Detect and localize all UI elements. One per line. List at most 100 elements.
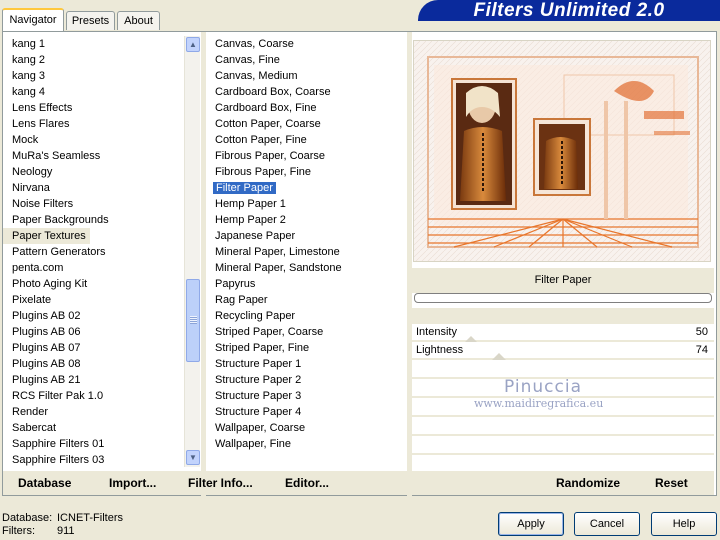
filter-item-label: Hemp Paper 1 <box>215 198 286 210</box>
filter-item-label: Fibrous Paper, Fine <box>215 166 311 178</box>
filter-item[interactable]: Structure Paper 3 <box>206 388 406 404</box>
param-label: Lightness <box>416 344 464 356</box>
filter-item-label: Cardboard Box, Fine <box>215 102 317 114</box>
category-item[interactable]: Pixelate <box>3 292 184 308</box>
reset-button[interactable]: Reset <box>655 475 688 491</box>
tab-about[interactable]: About <box>117 11 160 30</box>
filter-item[interactable]: Canvas, Medium <box>206 68 406 84</box>
category-scrollbar[interactable]: ▲ ▼ <box>184 36 200 467</box>
category-item[interactable]: kang 1 <box>3 36 184 52</box>
param-lightness[interactable]: Lightness 74 <box>412 342 714 358</box>
category-item-label: Plugins AB 02 <box>12 310 81 322</box>
category-item-label: kang 3 <box>12 70 46 82</box>
database-label: Database: <box>2 512 53 524</box>
slider-thumb-icon[interactable] <box>492 353 506 360</box>
category-item[interactable]: Paper Textures <box>3 228 90 244</box>
filter-item-label: Fibrous Paper, Coarse <box>215 150 326 162</box>
filter-item[interactable]: Wallpaper, Coarse <box>206 420 406 436</box>
category-item-label: Nirvana <box>12 182 50 194</box>
filter-item[interactable]: Mineral Paper, Limestone <box>206 244 406 260</box>
category-item[interactable]: Plugins AB 07 <box>3 340 184 356</box>
filter-item[interactable]: Canvas, Fine <box>206 52 406 68</box>
apply-button[interactable]: Apply <box>498 512 564 536</box>
category-item-label: Mock <box>12 134 39 146</box>
filter-item[interactable]: Structure Paper 2 <box>206 372 406 388</box>
filter-info-button[interactable]: Filter Info... <box>188 475 253 491</box>
filter-item[interactable]: Wallpaper, Fine <box>206 436 406 452</box>
scroll-thumb[interactable] <box>186 279 200 362</box>
filter-item[interactable]: Striped Paper, Fine <box>206 340 406 356</box>
category-item[interactable]: Plugins AB 06 <box>3 324 184 340</box>
app-banner-title: Filters Unlimited 2.0 <box>418 0 720 21</box>
filter-item[interactable]: Rag Paper <box>206 292 406 308</box>
category-item[interactable]: Render <box>3 404 184 420</box>
filter-item[interactable]: Fibrous Paper, Fine <box>206 164 406 180</box>
cancel-button[interactable]: Cancel <box>574 512 640 536</box>
category-item[interactable]: kang 4 <box>3 84 184 100</box>
category-item[interactable]: Sabercat <box>3 420 184 436</box>
category-item[interactable]: MuRa's Seamless <box>3 148 184 164</box>
category-item[interactable]: Paper Backgrounds <box>3 212 184 228</box>
category-item[interactable]: Plugins AB 02 <box>3 308 184 324</box>
category-item-label: MuRa's Seamless <box>12 150 101 162</box>
filter-item[interactable]: Cotton Paper, Fine <box>206 132 406 148</box>
param-label: Intensity <box>416 326 457 338</box>
category-item[interactable]: kang 3 <box>3 68 184 84</box>
category-item-label: Noise Filters <box>12 198 74 210</box>
tab-navigator[interactable]: Navigator <box>2 8 64 31</box>
filter-item[interactable]: Papyrus <box>206 276 406 292</box>
filter-item[interactable]: Cardboard Box, Fine <box>206 100 406 116</box>
database-button[interactable]: Database <box>18 475 71 491</box>
filter-item[interactable]: Filter Paper <box>206 180 406 196</box>
category-item[interactable]: Sapphire Filters 03 <box>3 452 184 468</box>
filter-item[interactable]: Striped Paper, Coarse <box>206 324 406 340</box>
filter-item-label: Wallpaper, Coarse <box>215 422 306 434</box>
filter-item[interactable]: Cardboard Box, Coarse <box>206 84 406 100</box>
category-item[interactable]: Nirvana <box>3 180 184 196</box>
filter-item-label: Cotton Paper, Coarse <box>215 118 321 130</box>
randomize-button[interactable]: Randomize <box>556 475 620 491</box>
scroll-down-button[interactable]: ▼ <box>186 450 200 465</box>
category-item[interactable]: Lens Flares <box>3 116 184 132</box>
category-item-label: kang 2 <box>12 54 46 66</box>
param-value: 50 <box>695 326 708 338</box>
category-item[interactable]: RCS Filter Pak 1.0 <box>3 388 184 404</box>
category-item-label: Lens Flares <box>12 118 70 130</box>
filter-item[interactable]: Canvas, Coarse <box>206 36 406 52</box>
category-item[interactable]: Mock <box>3 132 184 148</box>
category-item-label: penta.com <box>12 262 64 274</box>
filter-item[interactable]: Structure Paper 1 <box>206 356 406 372</box>
filter-item[interactable]: Structure Paper 4 <box>206 404 406 420</box>
filter-item[interactable]: Recycling Paper <box>206 308 406 324</box>
filter-item[interactable]: Cotton Paper, Coarse <box>206 116 406 132</box>
scroll-up-button[interactable]: ▲ <box>186 37 200 52</box>
category-item[interactable]: penta.com <box>3 260 184 276</box>
help-button[interactable]: Help <box>651 512 717 536</box>
category-item[interactable]: Pattern Generators <box>3 244 184 260</box>
category-item-label: Photo Aging Kit <box>12 278 88 290</box>
tab-presets[interactable]: Presets <box>66 11 115 30</box>
filter-item[interactable]: Mineral Paper, Sandstone <box>206 260 406 276</box>
filter-item-label: Canvas, Medium <box>215 70 298 82</box>
category-item[interactable]: kang 2 <box>3 52 184 68</box>
param-intensity[interactable]: Intensity 50 <box>412 324 714 340</box>
category-item-label: Plugins AB 06 <box>12 326 81 338</box>
category-item[interactable]: Plugins AB 08 <box>3 356 184 372</box>
category-item[interactable]: Noise Filters <box>3 196 184 212</box>
filters-count-value: 911 <box>57 525 75 537</box>
category-list[interactable]: kang 1 kang 2 kang 3 kang 4 Lens Effects Lens… <box>3 36 184 468</box>
import-button[interactable]: Import... <box>109 475 156 491</box>
filter-item[interactable]: Japanese Paper <box>206 228 406 244</box>
filter-list[interactable]: Canvas, Coarse Canvas, Fine Canvas, Medium… <box>206 36 406 468</box>
category-item[interactable]: Sapphire Filters 01 <box>3 436 184 452</box>
filter-item[interactable]: Hemp Paper 1 <box>206 196 406 212</box>
preview-image <box>413 40 711 262</box>
filter-item[interactable]: Fibrous Paper, Coarse <box>206 148 406 164</box>
category-item[interactable]: Plugins AB 21 <box>3 372 184 388</box>
filter-item-label: Hemp Paper 2 <box>215 214 286 226</box>
editor-button[interactable]: Editor... <box>285 475 329 491</box>
category-item[interactable]: Neology <box>3 164 184 180</box>
filter-item[interactable]: Hemp Paper 2 <box>206 212 406 228</box>
category-item[interactable]: Lens Effects <box>3 100 184 116</box>
category-item[interactable]: Photo Aging Kit <box>3 276 184 292</box>
